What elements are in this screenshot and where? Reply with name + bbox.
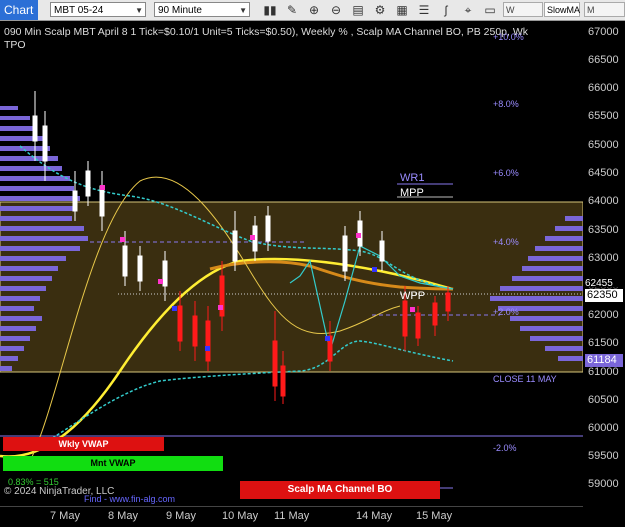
price-chart-svg — [0, 91, 583, 489]
price-tick: 61500 — [588, 337, 619, 349]
pct-label-8: +8.0% — [493, 99, 519, 109]
zoom-out-icon[interactable]: ⊖ — [328, 2, 344, 18]
date-tick: 14 May — [356, 510, 393, 522]
date-tick: 15 May — [416, 510, 453, 522]
pct-label-10: +10.0% — [493, 32, 524, 42]
slowma-button[interactable]: SlowMA — [544, 2, 580, 17]
mpp-label: MPP — [400, 187, 424, 199]
price-tick: 65500 — [588, 110, 619, 122]
chart-toolbar: Chart MBT 05-24 ▼ 90 Minute ▼ ▮▮ ✎ ⊕ ⊖ ▤… — [0, 0, 625, 30]
m-vwap-button[interactable]: M VWAP — [584, 2, 625, 30]
pct-label-2: +2.0% — [493, 307, 519, 317]
price-tick: 63000 — [588, 252, 619, 264]
drawing-tools-icon[interactable]: ⌖ — [460, 2, 476, 18]
chart-plot-area[interactable] — [0, 21, 583, 506]
date-tick: 10 May — [222, 510, 259, 522]
draw-icon[interactable]: ✎ — [284, 2, 300, 18]
close-label: CLOSE 11 MAY — [493, 374, 557, 384]
date-tick: 7 May — [50, 510, 80, 522]
data-box-icon[interactable]: ▭ — [482, 2, 498, 18]
price-tick: 61000 — [588, 366, 619, 378]
pct-label-neg2: -2.0% — [493, 443, 517, 453]
price-tick: 62000 — [588, 309, 619, 321]
price-tick: 65000 — [588, 139, 619, 151]
price-tick: 67000 — [588, 26, 619, 38]
website-link[interactable]: Find - www.fin-alg.com — [84, 494, 175, 504]
price-tick: 66000 — [588, 82, 619, 94]
interval-value: 90 Minute — [158, 5, 202, 16]
low-value-marker: 61184 — [585, 354, 623, 367]
price-tick: 64500 — [588, 167, 619, 179]
price-tick: 64000 — [588, 195, 619, 207]
monthly-vwap-bar: Mnt VWAP — [3, 456, 223, 471]
price-tick: 60500 — [588, 394, 619, 406]
properties-icon[interactable]: ▤ — [350, 2, 366, 18]
price-tick: 59000 — [588, 478, 619, 490]
instrument-selector[interactable]: MBT 05-24 ▼ — [50, 2, 146, 17]
price-tick: 59500 — [588, 450, 619, 462]
chart-tab[interactable]: Chart — [0, 0, 38, 20]
scalp-ma-bar: Scalp MA Channel BO — [240, 481, 440, 499]
price-tick: 66500 — [588, 54, 619, 66]
pct-label-4: +4.0% — [493, 237, 519, 247]
pivot-zone — [0, 201, 583, 373]
template-icon[interactable]: ▦ — [394, 2, 410, 18]
chevron-down-icon: ▼ — [239, 6, 247, 15]
last-price-marker: 62350 — [585, 289, 623, 302]
date-tick: 9 May — [166, 510, 196, 522]
strategies-icon[interactable]: ⚙ — [372, 2, 388, 18]
pct-label-6: +6.0% — [493, 168, 519, 178]
price-tick: 63500 — [588, 224, 619, 236]
wpp-label: WPP — [400, 290, 426, 302]
partial-price-marker: 62455 — [585, 278, 621, 287]
zoom-in-icon[interactable]: ⊕ — [306, 2, 322, 18]
instrument-value: MBT 05-24 — [54, 5, 104, 16]
weekly-vwap-bar: Wkly VWAP — [3, 437, 164, 451]
chart-trader-icon[interactable]: ☰ — [416, 2, 432, 18]
price-tick: 60000 — [588, 422, 619, 434]
date-tick: 8 May — [108, 510, 138, 522]
w-vwap-button[interactable]: W VWAP — [503, 2, 543, 30]
interval-selector[interactable]: 90 Minute ▼ — [154, 2, 250, 17]
indicator-icon[interactable]: ʃ — [438, 2, 454, 18]
bar-style-icon[interactable]: ▮▮ — [262, 2, 278, 18]
date-tick: 11 May — [274, 510, 310, 522]
chevron-down-icon: ▼ — [135, 6, 143, 15]
wr1-label: WR1 — [400, 172, 425, 184]
